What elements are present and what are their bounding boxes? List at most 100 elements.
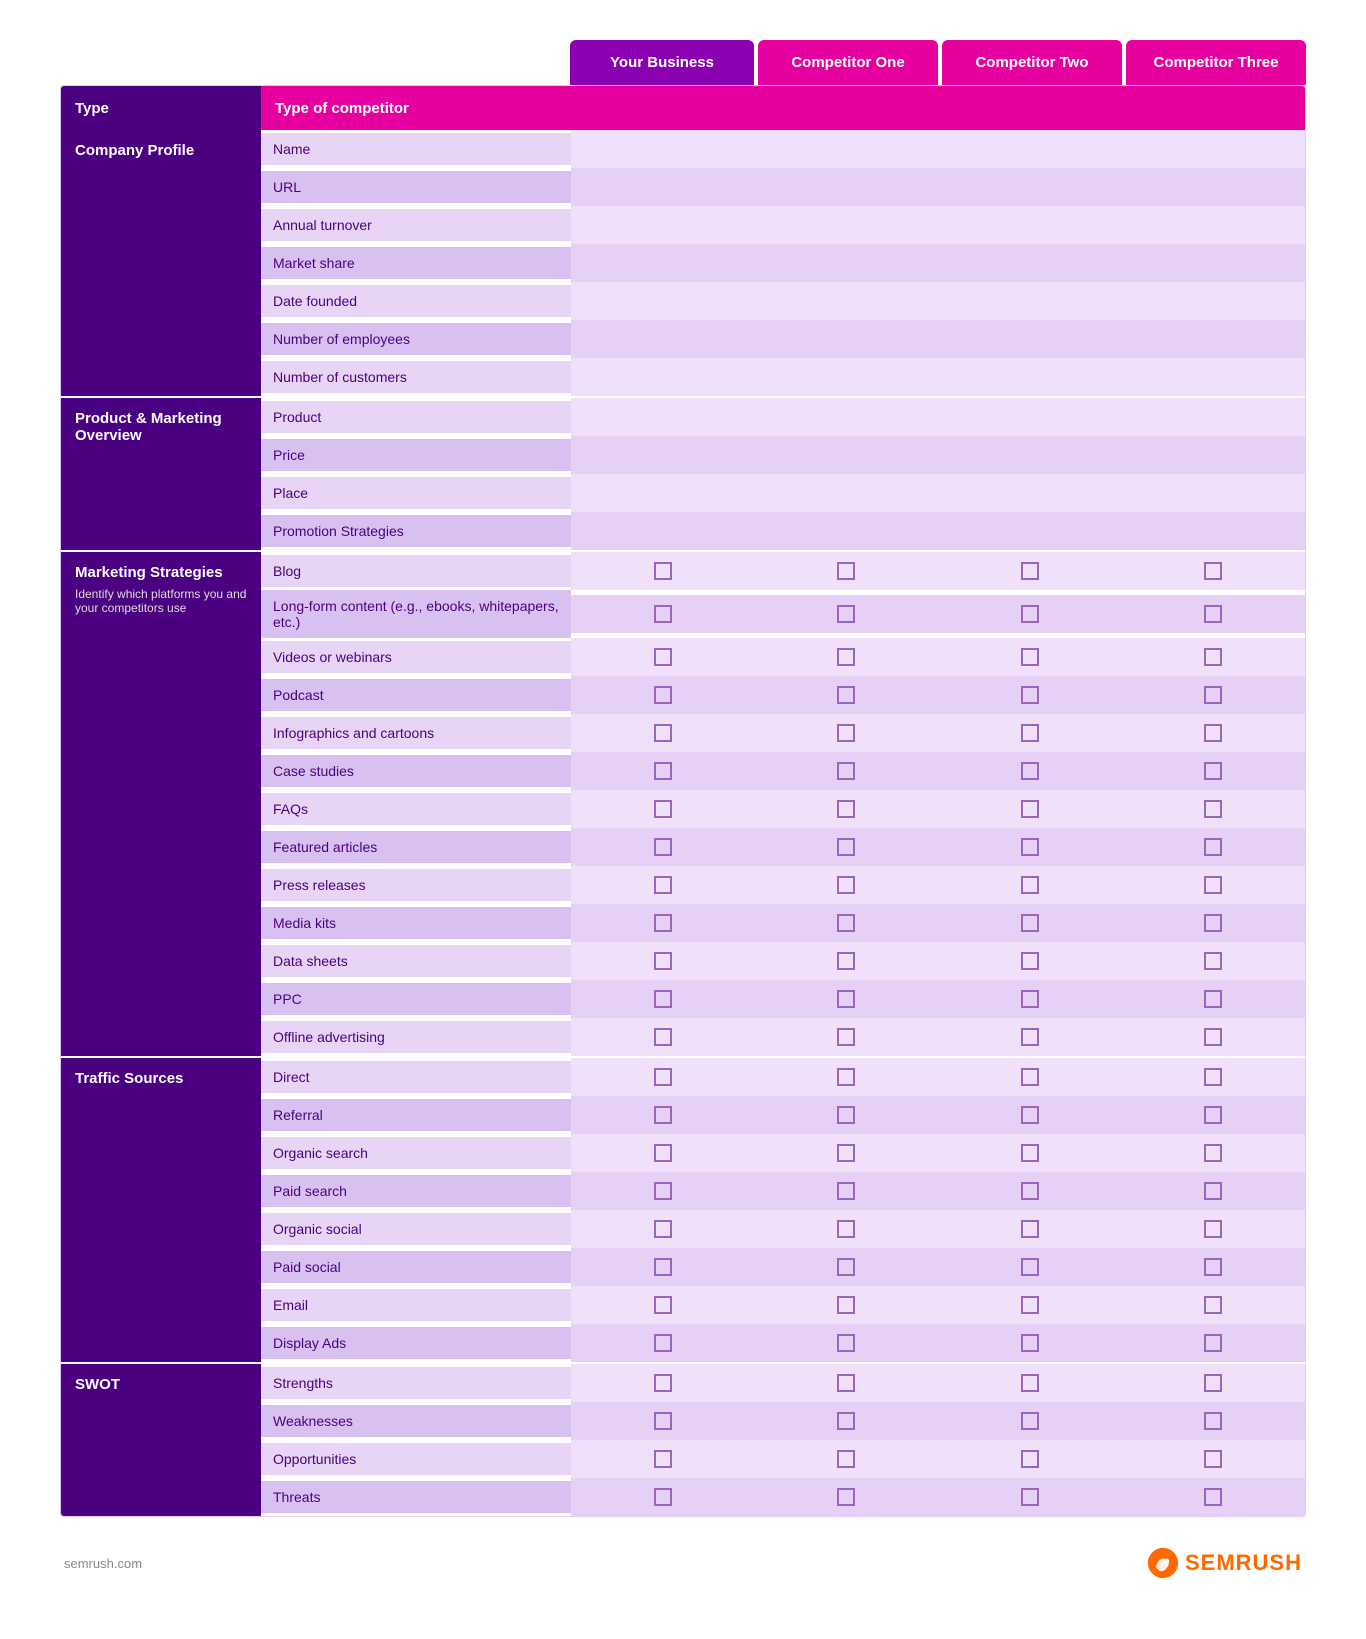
checkbox-marketing-7-2[interactable] [1021,838,1039,856]
checkbox-marketing-0-2[interactable] [1021,562,1039,580]
checkbox-marketing-6-1[interactable] [837,800,855,818]
checkbox-marketing-10-3[interactable] [1204,952,1222,970]
checkbox-traffic-7-1[interactable] [837,1334,855,1352]
checkbox-marketing-3-0[interactable] [654,686,672,704]
checkbox-traffic-3-2[interactable] [1021,1182,1039,1200]
checkbox-marketing-0-1[interactable] [837,562,855,580]
checkbox-traffic-4-2[interactable] [1021,1220,1039,1238]
checkbox-traffic-5-3[interactable] [1204,1258,1222,1276]
checkbox-marketing-1-2[interactable] [1021,605,1039,623]
checkbox-traffic-7-2[interactable] [1021,1334,1039,1352]
checkbox-traffic-7-3[interactable] [1204,1334,1222,1352]
checkbox-marketing-8-3[interactable] [1204,876,1222,894]
checkbox-marketing-10-2[interactable] [1021,952,1039,970]
checkbox-traffic-1-3[interactable] [1204,1106,1222,1124]
checkbox-marketing-7-1[interactable] [837,838,855,856]
checkbox-marketing-8-2[interactable] [1021,876,1039,894]
checkbox-marketing-2-3[interactable] [1204,648,1222,666]
checkbox-marketing-6-3[interactable] [1204,800,1222,818]
checkbox-marketing-3-1[interactable] [837,686,855,704]
checkbox-marketing-11-3[interactable] [1204,990,1222,1008]
checkbox-marketing-4-3[interactable] [1204,724,1222,742]
checkbox-traffic-1-2[interactable] [1021,1106,1039,1124]
checkbox-traffic-2-1[interactable] [837,1144,855,1162]
checkbox-marketing-12-1[interactable] [837,1028,855,1046]
checkbox-marketing-12-0[interactable] [654,1028,672,1046]
checkbox-marketing-1-1[interactable] [837,605,855,623]
checkbox-swot-3-1[interactable] [837,1488,855,1506]
checkbox-traffic-4-1[interactable] [837,1220,855,1238]
checkbox-marketing-3-2[interactable] [1021,686,1039,704]
checkbox-swot-1-2[interactable] [1021,1412,1039,1430]
checkbox-swot-0-3[interactable] [1204,1374,1222,1392]
checkbox-marketing-7-0[interactable] [654,838,672,856]
checkbox-marketing-10-0[interactable] [654,952,672,970]
checkbox-marketing-11-2[interactable] [1021,990,1039,1008]
checkbox-marketing-8-0[interactable] [654,876,672,894]
checkbox-marketing-3-3[interactable] [1204,686,1222,704]
checkbox-marketing-0-0[interactable] [654,562,672,580]
checkbox-traffic-2-0[interactable] [654,1144,672,1162]
checkbox-traffic-2-3[interactable] [1204,1144,1222,1162]
checkbox-traffic-3-3[interactable] [1204,1182,1222,1200]
checkbox-swot-0-2[interactable] [1021,1374,1039,1392]
checkbox-swot-1-0[interactable] [654,1412,672,1430]
checkbox-swot-1-3[interactable] [1204,1412,1222,1430]
checkbox-marketing-6-2[interactable] [1021,800,1039,818]
checkbox-marketing-8-1[interactable] [837,876,855,894]
checkbox-marketing-5-0[interactable] [654,762,672,780]
checkbox-marketing-9-3[interactable] [1204,914,1222,932]
checkbox-swot-2-2[interactable] [1021,1450,1039,1468]
checkbox-traffic-6-3[interactable] [1204,1296,1222,1314]
checkbox-marketing-2-1[interactable] [837,648,855,666]
checkbox-marketing-7-3[interactable] [1204,838,1222,856]
checkbox-marketing-1-0[interactable] [654,605,672,623]
checkbox-swot-2-3[interactable] [1204,1450,1222,1468]
checkbox-marketing-9-0[interactable] [654,914,672,932]
checkbox-swot-3-2[interactable] [1021,1488,1039,1506]
checkbox-marketing-4-1[interactable] [837,724,855,742]
checkbox-marketing-4-2[interactable] [1021,724,1039,742]
checkbox-traffic-0-3[interactable] [1204,1068,1222,1086]
checkbox-traffic-0-1[interactable] [837,1068,855,1086]
checkbox-traffic-4-0[interactable] [654,1220,672,1238]
checkbox-marketing-2-2[interactable] [1021,648,1039,666]
checkbox-marketing-5-1[interactable] [837,762,855,780]
checkbox-marketing-9-1[interactable] [837,914,855,932]
checkbox-traffic-0-2[interactable] [1021,1068,1039,1086]
checkbox-traffic-6-0[interactable] [654,1296,672,1314]
checkbox-traffic-4-3[interactable] [1204,1220,1222,1238]
checkbox-marketing-11-0[interactable] [654,990,672,1008]
checkbox-marketing-9-2[interactable] [1021,914,1039,932]
checkbox-marketing-10-1[interactable] [837,952,855,970]
checkbox-marketing-1-3[interactable] [1204,605,1222,623]
checkbox-traffic-5-0[interactable] [654,1258,672,1276]
checkbox-marketing-12-3[interactable] [1204,1028,1222,1046]
checkbox-swot-1-1[interactable] [837,1412,855,1430]
checkbox-traffic-6-2[interactable] [1021,1296,1039,1314]
checkbox-marketing-12-2[interactable] [1021,1028,1039,1046]
checkbox-swot-3-0[interactable] [654,1488,672,1506]
checkbox-marketing-6-0[interactable] [654,800,672,818]
checkbox-marketing-11-1[interactable] [837,990,855,1008]
checkbox-swot-0-1[interactable] [837,1374,855,1392]
checkbox-traffic-6-1[interactable] [837,1296,855,1314]
checkbox-swot-3-3[interactable] [1204,1488,1222,1506]
checkbox-traffic-5-2[interactable] [1021,1258,1039,1276]
checkbox-traffic-5-1[interactable] [837,1258,855,1276]
checkbox-traffic-3-1[interactable] [837,1182,855,1200]
checkbox-marketing-2-0[interactable] [654,648,672,666]
checkbox-swot-2-0[interactable] [654,1450,672,1468]
checkbox-marketing-5-3[interactable] [1204,762,1222,780]
checkbox-marketing-5-2[interactable] [1021,762,1039,780]
checkbox-traffic-7-0[interactable] [654,1334,672,1352]
checkbox-traffic-1-1[interactable] [837,1106,855,1124]
checkbox-marketing-4-0[interactable] [654,724,672,742]
checkbox-traffic-1-0[interactable] [654,1106,672,1124]
checkbox-marketing-0-3[interactable] [1204,562,1222,580]
checkbox-swot-0-0[interactable] [654,1374,672,1392]
checkbox-traffic-3-0[interactable] [654,1182,672,1200]
checkbox-traffic-2-2[interactable] [1021,1144,1039,1162]
checkbox-swot-2-1[interactable] [837,1450,855,1468]
checkbox-traffic-0-0[interactable] [654,1068,672,1086]
